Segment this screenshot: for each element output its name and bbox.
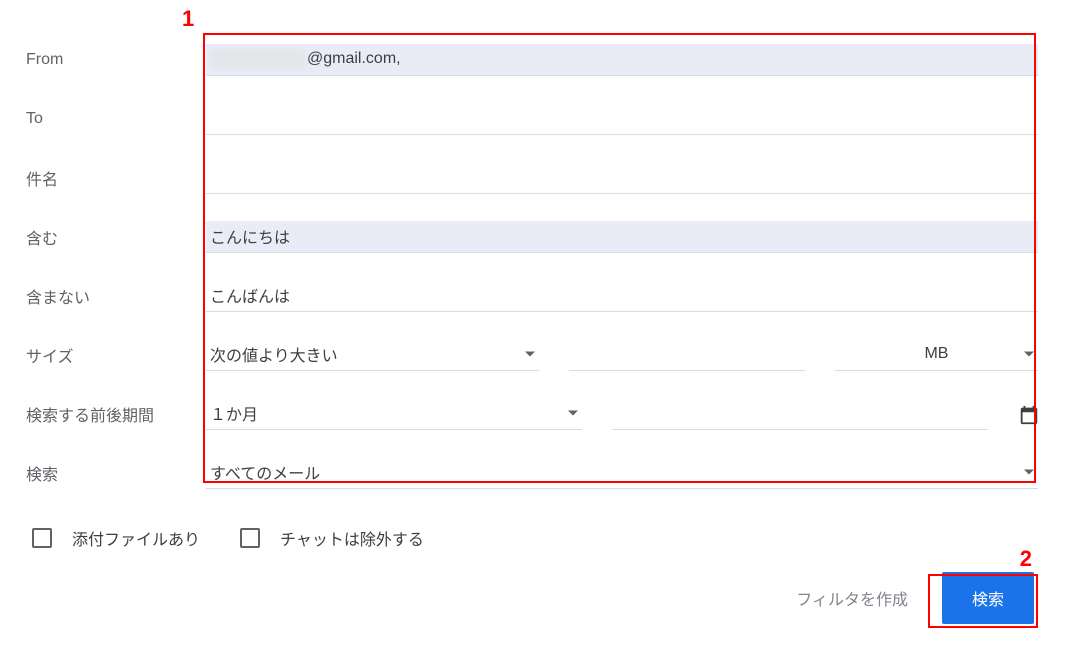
checkbox-row: 添付ファイルあり チャットは除外する bbox=[26, 502, 1038, 550]
subject-row: 件名 bbox=[26, 148, 1038, 207]
date-row: 検索する前後期間 １か月 bbox=[26, 384, 1038, 443]
size-value-input[interactable] bbox=[569, 339, 805, 371]
action-buttons: フィルタを作成 検索 bbox=[790, 572, 1034, 624]
has-words-label: 含む bbox=[26, 225, 206, 249]
create-filter-button[interactable]: フィルタを作成 bbox=[790, 585, 914, 611]
from-row: From @gmail.com, bbox=[26, 30, 1038, 89]
to-label: To bbox=[26, 110, 206, 128]
date-label: 検索する前後期間 bbox=[26, 402, 206, 426]
has-words-input[interactable]: こんにちは bbox=[206, 221, 1038, 253]
from-label: From bbox=[26, 51, 206, 69]
chevron-down-icon bbox=[1024, 470, 1034, 475]
exclude-chat-checkbox[interactable]: チャットは除外する bbox=[240, 526, 424, 550]
size-operator-value: 次の値より大きい bbox=[210, 342, 338, 366]
search-in-value: すべてのメール bbox=[210, 460, 320, 484]
chevron-down-icon bbox=[1024, 352, 1034, 357]
search-button[interactable]: 検索 bbox=[942, 572, 1034, 624]
checkbox-icon bbox=[240, 528, 260, 548]
chevron-down-icon bbox=[568, 411, 578, 416]
from-input[interactable]: @gmail.com, bbox=[206, 44, 1038, 76]
date-value-input[interactable] bbox=[612, 398, 988, 430]
subject-input[interactable] bbox=[206, 162, 1038, 194]
search-in-dropdown[interactable]: すべてのメール bbox=[206, 457, 1038, 489]
nothas-words-input[interactable]: こんばんは bbox=[206, 280, 1038, 312]
date-range-dropdown[interactable]: １か月 bbox=[206, 398, 582, 430]
date-range-value: １か月 bbox=[210, 401, 258, 425]
has-attachment-label: 添付ファイルあり bbox=[72, 526, 200, 550]
subject-label: 件名 bbox=[26, 166, 206, 190]
to-input[interactable] bbox=[206, 103, 1038, 135]
nothas-words-row: 含まない こんばんは bbox=[26, 266, 1038, 325]
size-operator-dropdown[interactable]: 次の値より大きい bbox=[206, 339, 539, 371]
checkbox-icon bbox=[32, 528, 52, 548]
search-in-row: 検索 すべてのメール bbox=[26, 443, 1038, 502]
size-unit-value: MB bbox=[924, 345, 948, 363]
redacted-from-user bbox=[210, 49, 305, 69]
nothas-words-label: 含まない bbox=[26, 284, 206, 308]
size-unit-dropdown[interactable]: MB bbox=[835, 339, 1038, 371]
from-suffix: @gmail.com, bbox=[307, 50, 401, 68]
size-row: サイズ 次の値より大きい MB bbox=[26, 325, 1038, 384]
search-filter-form: From @gmail.com, To 件名 含む こんにちは 含まない こんば… bbox=[0, 0, 1068, 550]
calendar-icon[interactable] bbox=[1018, 404, 1038, 424]
size-label: サイズ bbox=[26, 343, 206, 367]
has-attachment-checkbox[interactable]: 添付ファイルあり bbox=[32, 526, 200, 550]
to-row: To bbox=[26, 89, 1038, 148]
has-words-row: 含む こんにちは bbox=[26, 207, 1038, 266]
exclude-chat-label: チャットは除外する bbox=[280, 526, 424, 550]
chevron-down-icon bbox=[525, 352, 535, 357]
search-in-label: 検索 bbox=[26, 461, 206, 485]
